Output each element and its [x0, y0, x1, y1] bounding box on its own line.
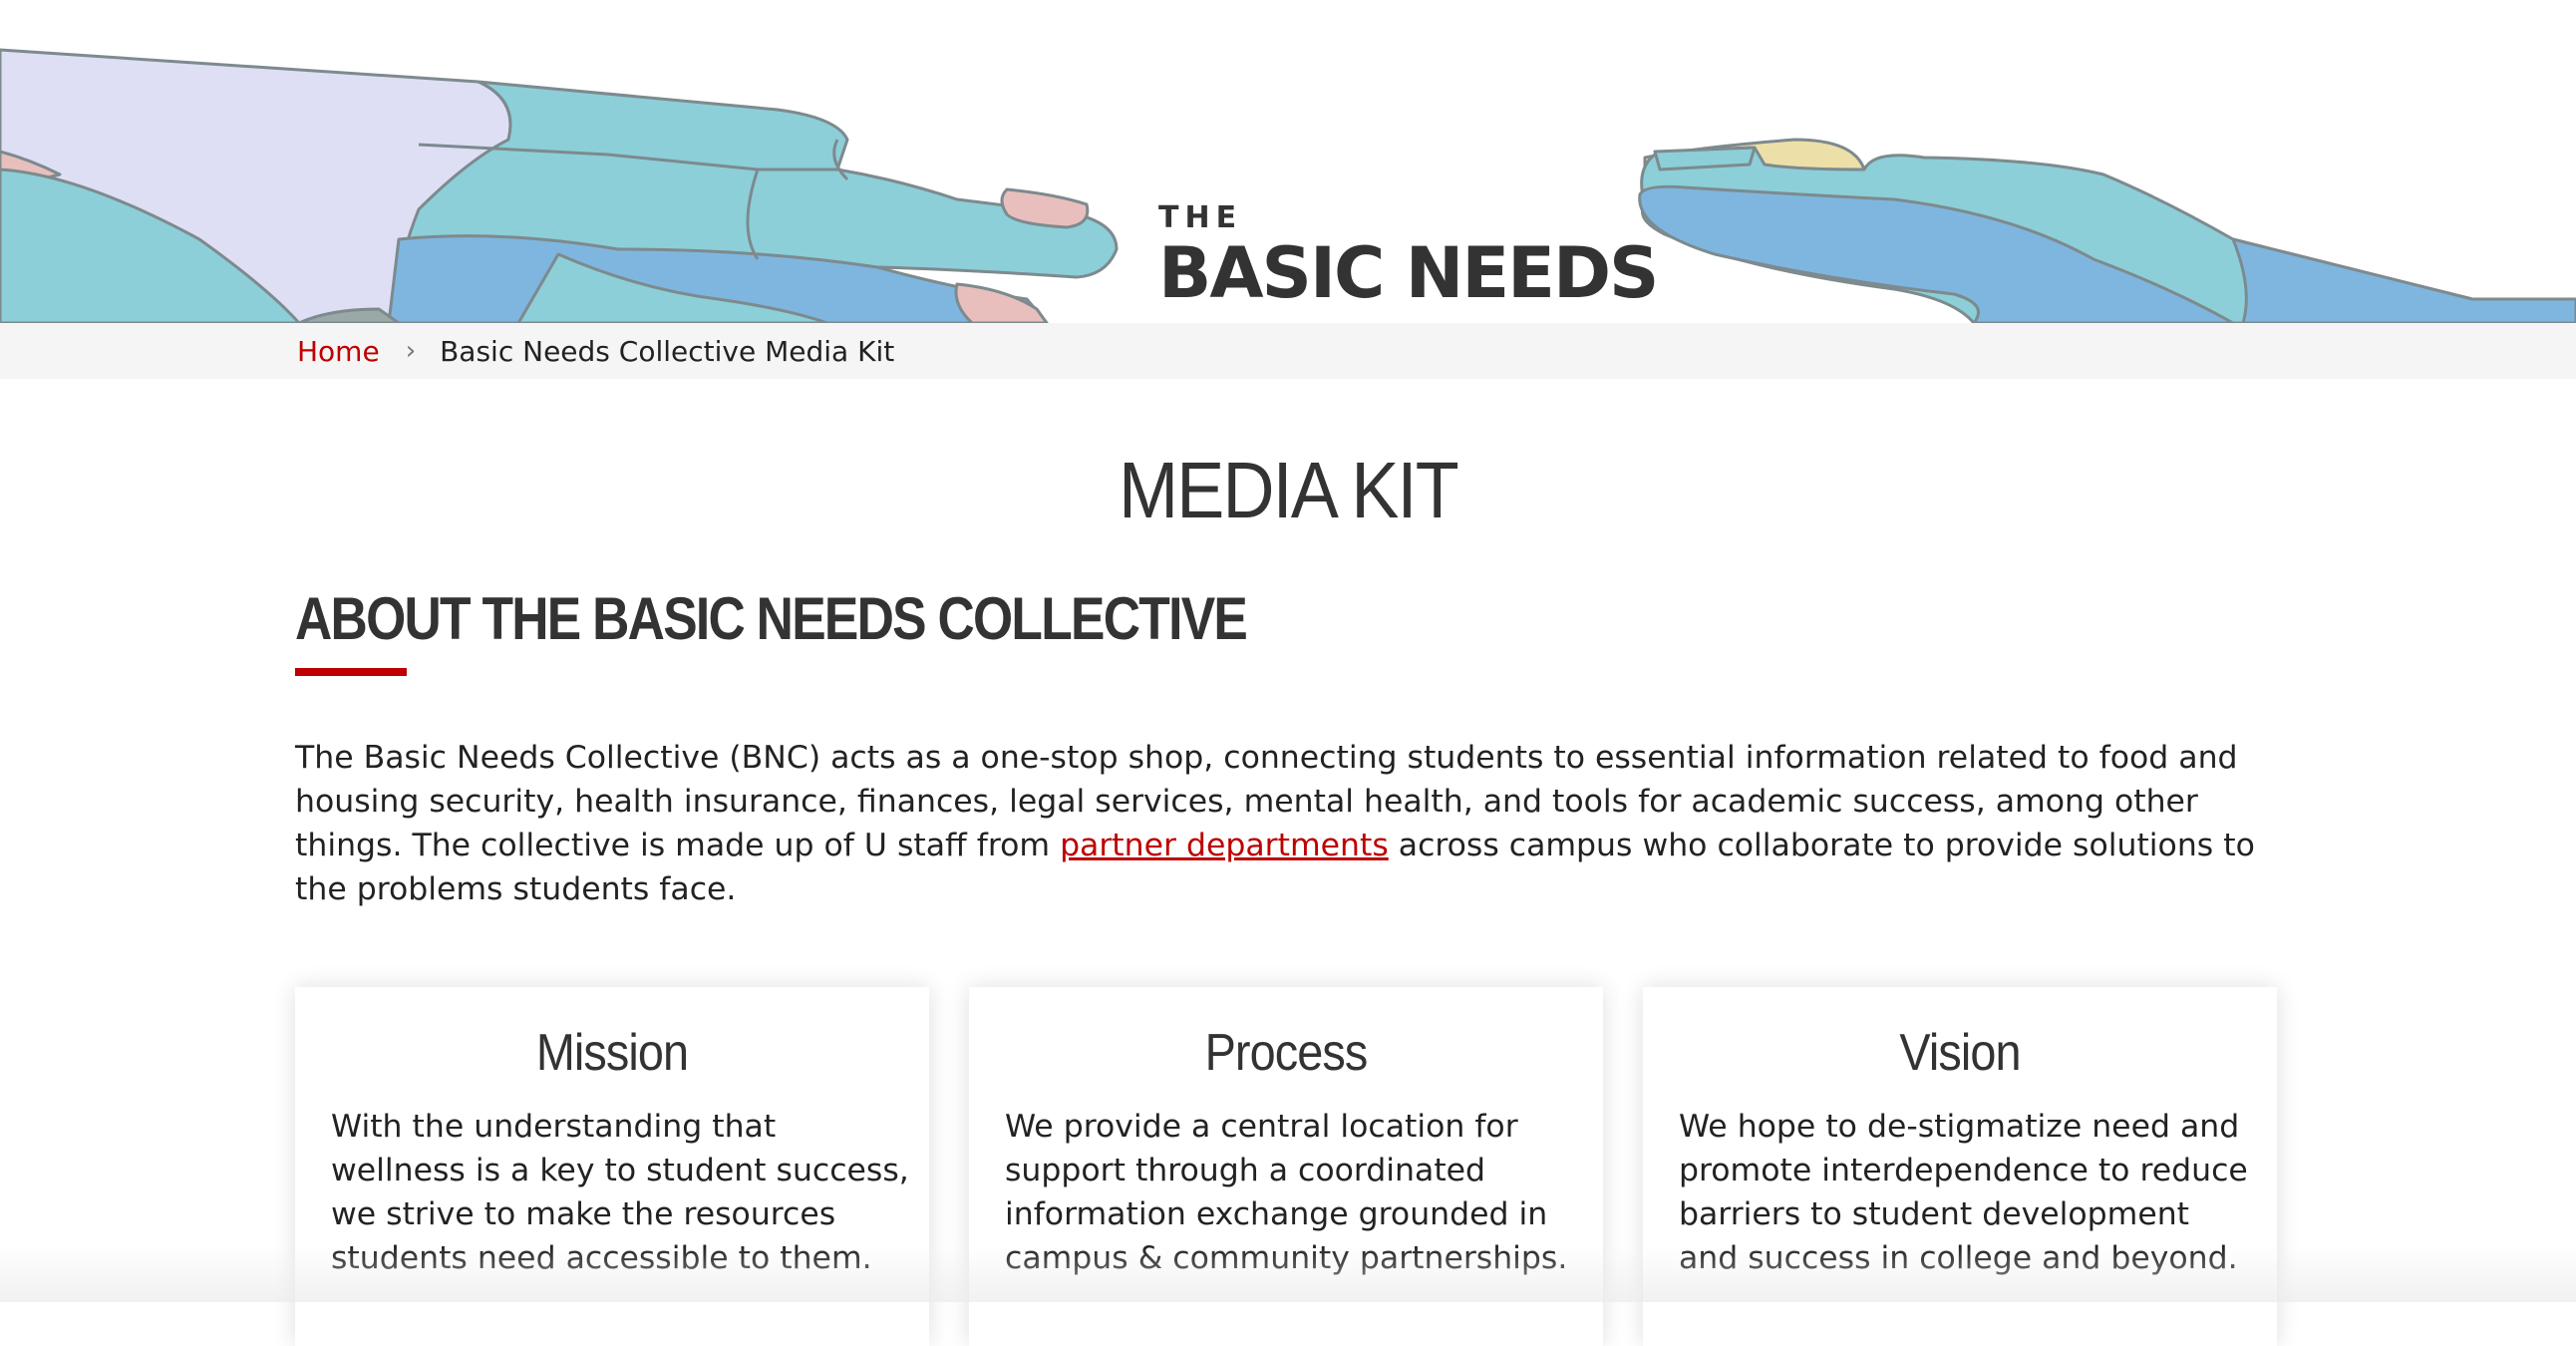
process-title: Process — [1204, 1024, 1369, 1082]
breadcrumb-home-link[interactable]: Home — [297, 335, 380, 368]
mission-title: Mission — [535, 1024, 689, 1082]
breadcrumb-current: Basic Needs Collective Media Kit — [440, 334, 895, 368]
breadcrumb-bar: Home › Basic Needs Collective Media Kit — [0, 323, 2576, 379]
mission-card: Mission With the understanding that well… — [295, 987, 929, 1346]
vision-body: We hope to de-stigmatize need and promot… — [1679, 1109, 2248, 1276]
process-body: We provide a central location for suppor… — [1005, 1109, 1568, 1276]
basic-needs-logo[interactable]: THE BASIC NEEDS — [1158, 200, 1659, 314]
breadcrumb: Home › Basic Needs Collective Media Kit — [297, 323, 894, 379]
about-heading: ABOUT THE BASIC NEEDS COLLECTIVE — [295, 585, 1248, 652]
header-banner: THE BASIC NEEDS — [0, 0, 2576, 323]
logo-the: THE — [1158, 200, 1243, 235]
partner-departments-link[interactable]: partner departments — [1060, 828, 1389, 863]
about-paragraph: The Basic Needs Collective (BNC) acts as… — [295, 736, 2279, 911]
page-title: MEDIA KIT — [1119, 446, 1459, 534]
process-card: Process We provide a central location fo… — [969, 987, 1603, 1346]
heading-underline — [295, 668, 407, 676]
vision-title: Vision — [1899, 1024, 2021, 1082]
vision-card: Vision We hope to de-stigmatize need and… — [1643, 987, 2277, 1346]
chevron-right-icon: › — [405, 336, 417, 366]
logo-basic-needs: BASIC NEEDS — [1158, 232, 1659, 314]
mission-body: With the understanding that wellness is … — [331, 1109, 909, 1276]
